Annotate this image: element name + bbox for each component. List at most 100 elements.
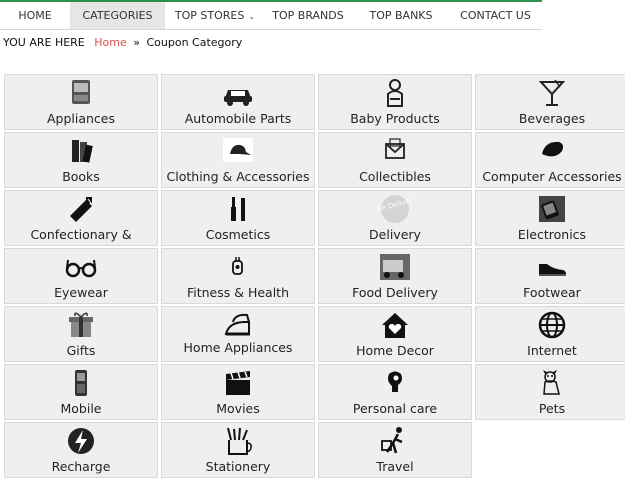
category-label: Fitness & Health <box>186 285 290 300</box>
category-movies[interactable]: Movies <box>161 364 315 420</box>
category-food-delivery[interactable]: Food Delivery <box>318 248 472 304</box>
category-label: Gifts <box>66 343 96 358</box>
category-label: Home Appliances <box>183 340 293 355</box>
category-eyewear[interactable]: Eyewear <box>4 248 158 304</box>
breadcrumb-home-link[interactable]: Home <box>94 36 126 49</box>
personal-care-icon <box>388 371 402 392</box>
stationery-icon <box>227 427 252 455</box>
category-label: Recharge <box>51 459 111 474</box>
category-label: Home Decor <box>356 343 434 358</box>
category-gifts[interactable]: Gifts <box>4 306 158 362</box>
cake-icon <box>70 197 92 222</box>
category-home-appliances[interactable]: Home Appliances <box>161 306 315 362</box>
appliance-icon <box>72 80 90 104</box>
category-label: Clothing & Accessories <box>166 169 310 184</box>
books-icon <box>72 140 93 163</box>
breadcrumb-current: Coupon Category <box>146 36 243 49</box>
breadcrumb-separator: » <box>133 36 140 49</box>
nav-item-label: TOP BANKS <box>369 9 433 22</box>
food-delivery-icon <box>380 254 410 280</box>
nav-item-label: CONTACT US <box>460 9 531 22</box>
clapperboard-icon <box>226 371 250 395</box>
category-automobile-parts[interactable]: Automobile Parts <box>161 74 315 130</box>
breadcrumb-prefix: YOU ARE HERE <box>3 36 85 49</box>
category-label: Electronics <box>517 227 587 242</box>
mouse-icon <box>542 141 563 157</box>
nav-item-home[interactable]: HOME <box>0 2 70 29</box>
category-grid: Appliances Automobile Parts Baby Product… <box>4 74 625 478</box>
chevron-down-icon: ⌄ <box>248 12 256 21</box>
glasses-icon <box>65 259 97 278</box>
category-collectibles[interactable]: Collectibles <box>318 132 472 188</box>
category-stationery[interactable]: Stationery <box>161 422 315 478</box>
nav-divider <box>0 29 542 30</box>
category-label: Cosmetics <box>205 227 271 242</box>
nav-item-top-banks[interactable]: TOP BANKS <box>353 2 449 29</box>
category-label: Appliances <box>46 111 116 126</box>
car-icon <box>224 90 252 106</box>
globe-icon <box>538 311 566 339</box>
envelope-icon <box>385 138 405 159</box>
category-computer-accessories[interactable]: Computer Accessories <box>475 132 625 188</box>
category-pets[interactable]: Pets <box>475 364 625 420</box>
nav-item-label: TOP STORES <box>174 9 245 22</box>
cocktail-icon <box>538 79 566 106</box>
category-recharge[interactable]: Recharge <box>4 422 158 478</box>
category-label: Pets <box>538 401 566 416</box>
pet-icon <box>543 370 560 395</box>
category-label: Stationery <box>205 459 271 474</box>
nav-item-top-stores[interactable]: TOP STORES ⌄ <box>167 2 263 29</box>
nav-item-label: TOP BRANDS <box>272 9 344 22</box>
category-label: Travel <box>376 459 414 474</box>
category-label: Personal care <box>352 401 438 416</box>
mobile-phone-icon <box>75 370 87 396</box>
category-electronics[interactable]: Electronics <box>475 190 625 246</box>
category-label: Beverages <box>518 111 586 126</box>
shoe-icon <box>539 264 566 276</box>
nav-item-label: HOME <box>18 9 52 22</box>
category-label: Internet <box>527 343 577 358</box>
nav-item-contact-us[interactable]: CONTACT US <box>449 2 542 29</box>
top-navigation: HOME CATEGORIES TOP STORES ⌄ TOP BRANDS T… <box>0 0 625 30</box>
category-label: Eyewear <box>54 285 108 300</box>
category-label: Confectionary & Bakery <box>30 227 132 245</box>
category-cosmetics[interactable]: Cosmetics <box>161 190 315 246</box>
category-label: Delivery <box>369 227 421 242</box>
category-label: Food Delivery <box>352 285 438 300</box>
category-fitness-health[interactable]: Fitness & Health <box>161 248 315 304</box>
cap-icon <box>223 138 253 162</box>
category-label: Movies <box>216 401 260 416</box>
lightning-icon <box>68 428 94 454</box>
category-confectionary-bakery[interactable]: Confectionary & Bakery <box>4 190 158 246</box>
category-home-decor[interactable]: Home Decor <box>318 306 472 362</box>
category-beverages[interactable]: Beverages <box>475 74 625 130</box>
electronics-icon <box>539 196 565 222</box>
nav-item-label: CATEGORIES <box>82 9 153 22</box>
category-label: Automobile Parts <box>184 111 292 126</box>
category-label: Baby Products <box>350 111 440 126</box>
free-delivery-icon: Free Delivery <box>378 195 412 223</box>
breadcrumb: YOU ARE HERE Home » Coupon Category <box>3 36 242 49</box>
category-footwear[interactable]: Footwear <box>475 248 625 304</box>
baby-icon <box>387 79 403 107</box>
category-baby-products[interactable]: Baby Products <box>318 74 472 130</box>
category-label: Books <box>62 169 100 184</box>
category-travel[interactable]: Travel <box>318 422 472 478</box>
fitness-icon <box>232 257 243 275</box>
iron-icon <box>224 313 250 336</box>
gift-icon <box>69 312 93 337</box>
category-internet[interactable]: Internet <box>475 306 625 362</box>
cosmetics-icon <box>231 197 245 221</box>
category-appliances[interactable]: Appliances <box>4 74 158 130</box>
category-label: Computer Accessories <box>482 169 622 184</box>
nav-item-top-brands[interactable]: TOP BRANDS <box>263 2 353 29</box>
nav-item-categories[interactable]: CATEGORIES <box>70 2 165 29</box>
category-personal-care[interactable]: Personal care <box>318 364 472 420</box>
category-clothing-accessories[interactable]: Clothing & Accessories <box>161 132 315 188</box>
home-heart-icon <box>382 313 408 338</box>
category-mobile[interactable]: Mobile <box>4 364 158 420</box>
category-label: Footwear <box>523 285 581 300</box>
category-books[interactable]: Books <box>4 132 158 188</box>
category-delivery[interactable]: Free Delivery Delivery <box>318 190 472 246</box>
category-label: Collectibles <box>359 169 431 184</box>
